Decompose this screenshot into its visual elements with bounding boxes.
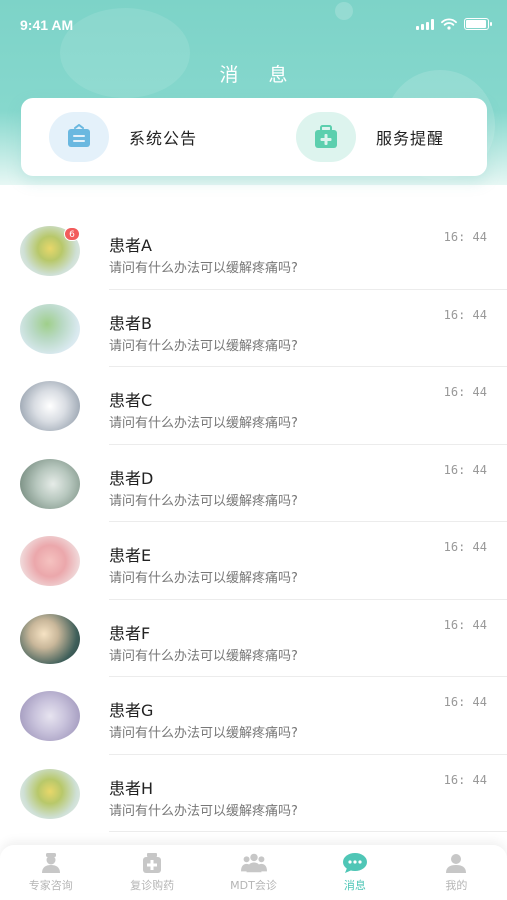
divider: [109, 831, 507, 832]
message-time: 16: 44: [443, 385, 487, 399]
message-row[interactable]: 6 患者A 请问有什么办法可以缓解疼痛吗? 16: 44: [0, 212, 507, 290]
status-icons: [416, 18, 492, 30]
tab-messages[interactable]: 消息: [304, 845, 405, 900]
tab-profile[interactable]: 我的: [406, 845, 507, 900]
tab-label: 我的: [445, 879, 468, 892]
service-reminder-button[interactable]: 服务提醒: [296, 112, 444, 162]
contact-name: 患者H: [109, 778, 154, 798]
service-reminder-label: 服务提醒: [376, 129, 445, 148]
avatar: [20, 536, 80, 586]
avatar: [20, 303, 80, 354]
message-preview: 请问有什么办法可以缓解疼痛吗?: [109, 571, 298, 586]
contact-name: 患者F: [109, 623, 151, 643]
message-time: 16: 44: [443, 230, 487, 244]
announcement-icon: [49, 112, 109, 162]
contact-name: 患者G: [109, 701, 154, 720]
avatar: [20, 458, 80, 509]
tab-label: 消息: [343, 879, 366, 892]
contact-name: 患者E: [109, 546, 152, 565]
message-time: 16: 44: [443, 540, 487, 554]
message-preview: 请问有什么办法可以缓解疼痛吗?: [109, 493, 298, 509]
medicine-box-icon: [139, 852, 165, 874]
avatar: [20, 768, 80, 819]
message-time: 16: 44: [443, 772, 487, 787]
quick-actions-card: 系统公告 服务提醒: [21, 98, 487, 176]
battery-level: [466, 20, 486, 28]
contact-name: 患者B: [109, 313, 152, 333]
group-consult-icon: [240, 852, 267, 874]
tab-label: 专家咨询: [28, 879, 73, 892]
message-row[interactable]: 患者H 请问有什么办法可以缓解疼痛吗? 16: 44: [0, 755, 507, 832]
chat-bubble-icon: [342, 852, 368, 874]
system-announcement-button[interactable]: 系统公告: [49, 112, 197, 162]
message-row[interactable]: 患者G 请问有什么办法可以缓解疼痛吗? 16: 44: [0, 677, 507, 755]
message-row[interactable]: 患者F 请问有什么办法可以缓解疼痛吗? 16: 44: [0, 600, 507, 677]
avatar: [20, 613, 80, 664]
contact-name: 患者C: [109, 391, 153, 410]
message-time: 16: 44: [443, 307, 487, 322]
profile-icon: [443, 852, 469, 874]
message-preview: 请问有什么办法可以缓解疼痛吗?: [109, 726, 298, 741]
message-preview: 请问有什么办法可以缓解疼痛吗?: [109, 803, 298, 819]
system-announcement-label: 系统公告: [129, 129, 198, 148]
page-title: 消 息: [219, 64, 300, 86]
message-time: 16: 44: [443, 462, 487, 477]
message-row[interactable]: 患者B 请问有什么办法可以缓解疼痛吗? 16: 44: [0, 290, 507, 367]
contact-name: 患者A: [109, 236, 152, 255]
avatar: [20, 381, 80, 431]
wifi-icon: [441, 18, 457, 30]
contact-name: 患者D: [109, 468, 154, 488]
status-bar: 9:41 AM: [0, 0, 507, 50]
battery-icon: [464, 18, 492, 30]
avatar: [20, 691, 80, 741]
message-list: 6 患者A 请问有什么办法可以缓解疼痛吗? 16: 44 患者B 请问有什么办法…: [0, 212, 507, 832]
unread-badge: 6: [64, 227, 80, 241]
message-preview: 请问有什么办法可以缓解疼痛吗?: [109, 261, 298, 276]
message-preview: 请问有什么办法可以缓解疼痛吗?: [109, 416, 298, 431]
message-time: 16: 44: [443, 695, 487, 709]
doctor-icon: [38, 852, 64, 874]
signal-icon: [416, 18, 434, 30]
tab-label: MDT会诊: [230, 879, 277, 892]
tab-mdt-consult[interactable]: MDT会诊: [203, 845, 304, 900]
message-row[interactable]: 患者E 请问有什么办法可以缓解疼痛吗? 16: 44: [0, 522, 507, 600]
medical-kit-icon: [296, 112, 356, 162]
bottom-tab-bar: 专家咨询 复诊购药 MDT会诊 消息 我的: [0, 845, 507, 900]
message-preview: 请问有什么办法可以缓解疼痛吗?: [109, 338, 298, 354]
tab-expert-consult[interactable]: 专家咨询: [0, 845, 101, 900]
message-time: 16: 44: [443, 617, 487, 632]
message-row[interactable]: 患者C 请问有什么办法可以缓解疼痛吗? 16: 44: [0, 367, 507, 445]
tab-revisit-medicine[interactable]: 复诊购药: [101, 845, 202, 900]
message-preview: 请问有什么办法可以缓解疼痛吗?: [109, 648, 298, 664]
status-time: 9:41 AM: [20, 17, 74, 33]
tab-label: 复诊购药: [130, 879, 175, 892]
message-row[interactable]: 患者D 请问有什么办法可以缓解疼痛吗? 16: 44: [0, 445, 507, 522]
